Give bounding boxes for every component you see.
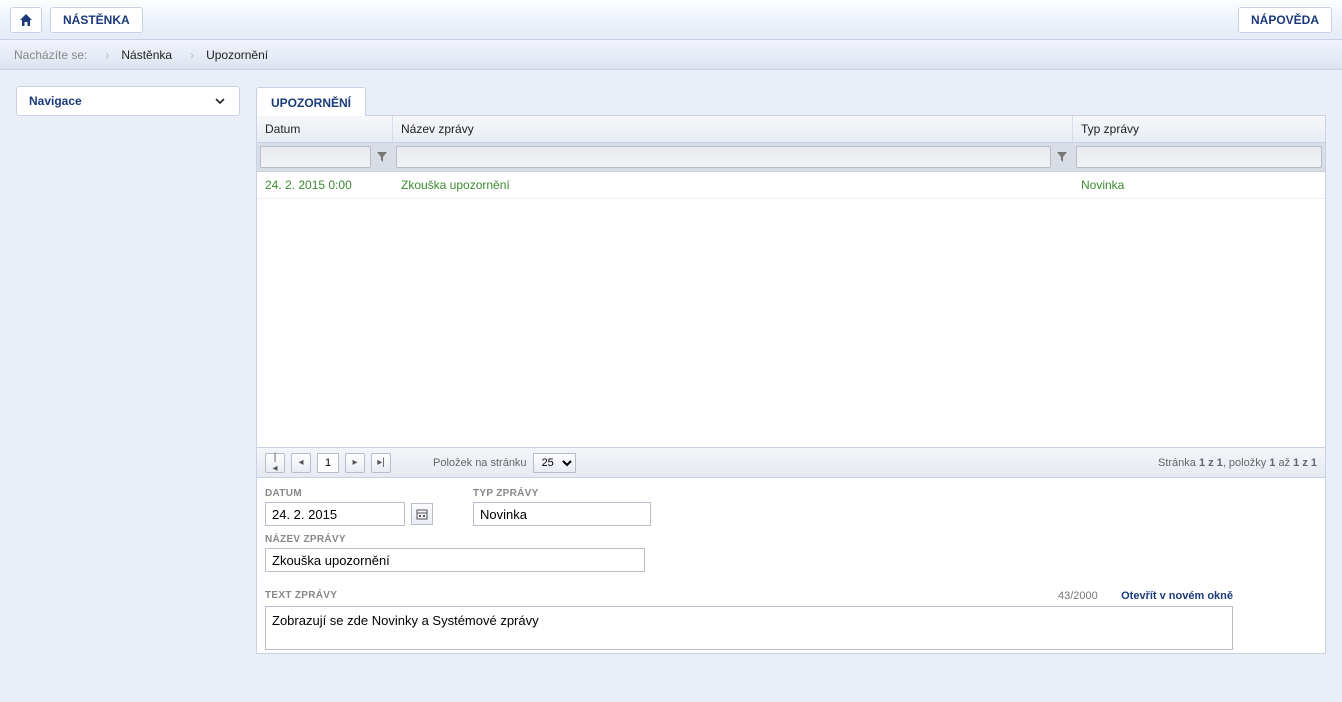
message-textarea[interactable]: Zobrazují se zde Novinky a Systémové zpr… [265,606,1233,650]
type-label: TYP ZPRÁVY [473,488,651,499]
cell-type: Novinka [1073,172,1325,198]
name-input[interactable] [265,548,645,572]
field-name: NÁZEV ZPRÁVY [265,534,645,572]
topbar: NÁSTĚNKA NÁPOVĚDA [0,0,1342,40]
breadcrumb: Nacházíte se: › Nástěnka › Upozornění [0,40,1342,70]
navigation-toggle[interactable]: Navigace [16,86,240,116]
chevron-right-icon: › [190,48,194,62]
breadcrumb-item-current: Upozornění [198,40,282,70]
cell-name: Zkouška upozornění [393,172,1073,198]
pager-prev-button[interactable]: ◂ [291,453,311,473]
home-button[interactable] [10,7,42,33]
navigation-label: Navigace [29,94,82,108]
open-new-window-link[interactable]: Otevřít v novém okně [1121,590,1233,602]
pager-status: Stránka 1 z 1, položky 1 až 1 z 1 [1158,457,1317,469]
chevron-down-icon [213,94,227,108]
tab-notifications[interactable]: UPOZORNĚNÍ [256,87,366,116]
date-input[interactable] [265,502,405,526]
breadcrumb-item-dashboard[interactable]: Nástěnka [113,40,186,70]
next-page-icon: ▸ [352,457,357,468]
grid-header: Datum Název zprávy Typ zprávy [257,116,1325,143]
last-page-icon: ▸| [377,457,385,468]
calendar-icon [416,508,428,520]
breadcrumb-label: Nacházíte se: [14,40,101,70]
date-label: DATUM [265,488,433,499]
help-button[interactable]: NÁPOVĚDA [1238,7,1332,33]
pager: |◂ ◂ ▸ ▸| Položek na stránku 25 [257,447,1325,477]
grid-header-date[interactable]: Datum [257,116,393,142]
table-row[interactable]: 24. 2. 2015 0:00 Zkouška upozornění Novi… [257,172,1325,199]
filter-icon[interactable] [1054,149,1070,165]
field-date: DATUM [265,488,433,526]
pager-first-button[interactable]: |◂ [265,453,285,473]
first-page-icon: |◂ [272,452,278,474]
cell-date: 24. 2. 2015 0:00 [257,172,393,198]
filter-icon[interactable] [374,149,390,165]
grid-header-type[interactable]: Typ zprávy [1073,116,1325,142]
dashboard-button[interactable]: NÁSTĚNKA [50,7,143,33]
grid-header-name[interactable]: Název zprávy [393,116,1073,142]
prev-page-icon: ◂ [298,457,303,468]
grid-panel: Datum Název zprávy Typ zprávy [256,115,1326,654]
filter-input-type[interactable] [1076,146,1322,168]
pager-page-input[interactable] [317,453,339,473]
filter-input-name[interactable] [396,146,1051,168]
tabs: UPOZORNĚNÍ [256,86,1326,115]
filter-input-date[interactable] [260,146,371,168]
pager-last-button[interactable]: ▸| [371,453,391,473]
home-icon [18,12,34,28]
calendar-button[interactable] [411,503,433,525]
name-label: NÁZEV ZPRÁVY [265,534,645,545]
grid-body: 24. 2. 2015 0:00 Zkouška upozornění Novi… [257,172,1325,447]
detail-panel: DATUM TYP ZPRÁVY [257,477,1325,653]
type-input[interactable] [473,502,651,526]
pager-per-page-label: Položek na stránku [433,457,527,469]
pager-per-page-select[interactable]: 25 [533,453,576,473]
main: UPOZORNĚNÍ Datum Název zprávy Typ zprávy [256,86,1342,654]
text-label: TEXT ZPRÁVY [265,590,337,601]
sidebar: Navigace [16,86,240,116]
grid-filter-row [257,143,1325,172]
char-counter: 43/2000 [1058,590,1098,602]
chevron-right-icon: › [105,48,109,62]
field-type: TYP ZPRÁVY [473,488,651,526]
pager-next-button[interactable]: ▸ [345,453,365,473]
